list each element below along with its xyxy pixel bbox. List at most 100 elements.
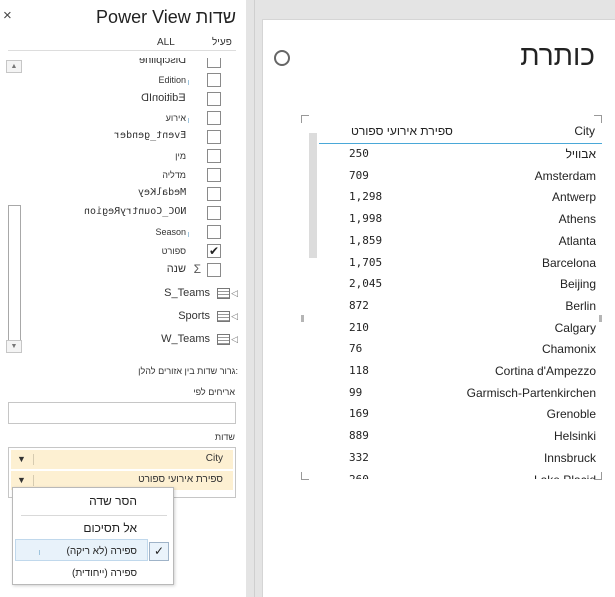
fields-area-label: שדות	[214, 432, 235, 442]
table-row[interactable]: 169 Grenoble	[319, 404, 602, 426]
dropdown-arrow-icon[interactable]: ▼	[17, 454, 26, 464]
column-header-city[interactable]: City	[574, 124, 595, 138]
cell-count: 118	[349, 364, 369, 377]
table-row[interactable]: 210 Calgary	[319, 318, 602, 340]
table-row[interactable]: 260 Lake Placid	[319, 470, 602, 480]
table-row[interactable]: 1,998 Athens	[319, 209, 602, 231]
table-row[interactable]: 99 Garmisch-Partenkirchen	[319, 383, 602, 405]
table-row[interactable]: 250 אבוויל	[319, 144, 602, 166]
context-menu-item[interactable]: אל תסיכום	[15, 518, 171, 538]
report-title[interactable]: כותרת	[520, 40, 595, 72]
table-group-item[interactable]: ◁ Sports	[26, 308, 238, 327]
expand-arrow-icon[interactable]: ◁	[231, 311, 238, 322]
cell-city: Barcelona	[541, 255, 596, 270]
scroll-thumb[interactable]	[8, 205, 21, 351]
scroll-track[interactable]	[6, 73, 22, 351]
field-list-item[interactable]: Σ שנה	[26, 261, 238, 280]
resize-handle-left[interactable]	[301, 315, 304, 322]
cell-city: Cortina d'Ampezzo	[494, 364, 596, 378]
cell-count: 889	[349, 429, 369, 443]
table-visual[interactable]: City ספירת אירועי ספורט 250 אבוויל 709 Amst…	[301, 115, 602, 480]
expand-arrow-icon[interactable]: ◁	[231, 288, 238, 299]
table-row[interactable]: 1,859 Atlanta	[319, 231, 602, 253]
field-list-item[interactable]: EditionID	[26, 90, 238, 109]
field-checkbox[interactable]	[207, 130, 221, 144]
expand-arrow-icon[interactable]: ◁	[231, 334, 238, 345]
field-checkbox[interactable]	[207, 225, 221, 239]
column-header-count[interactable]: ספירת אירועי ספורט	[351, 124, 453, 138]
table-group-item[interactable]: ◁ W_Teams	[26, 331, 238, 350]
field-list-item[interactable]: NOC_CountryRegion	[26, 204, 238, 223]
menu-item-label: אל תסיכום	[83, 521, 137, 535]
field-checkbox[interactable]	[207, 206, 221, 220]
field-list-item[interactable]: Discipline	[26, 58, 238, 71]
cell-count: 2,045	[349, 277, 383, 291]
tab-active[interactable]: פעיל	[212, 37, 232, 48]
table-row[interactable]: 1,705 Barcelona	[319, 253, 602, 275]
field-checkbox[interactable]	[207, 149, 221, 163]
tile-by-label: אריחים לפי	[193, 387, 235, 397]
table-row[interactable]: 889 Helsinki	[319, 426, 602, 448]
field-list-item[interactable]: Season	[26, 223, 238, 242]
table-row[interactable]: 709 Amsterdam	[319, 166, 602, 188]
cell-count: 872	[349, 298, 369, 312]
cell-city: Amsterdam	[534, 168, 596, 183]
field-checkbox[interactable]	[207, 263, 221, 277]
table-scrollbar[interactable]	[309, 133, 317, 258]
tile-by-drop-zone[interactable]	[8, 402, 236, 424]
field-checkbox[interactable]	[207, 168, 221, 182]
field-checkbox[interactable]	[207, 73, 221, 87]
field-tree-scrollbar[interactable]: ▲ ▼	[6, 58, 22, 356]
panel-splitter[interactable]	[254, 0, 255, 597]
table-row[interactable]: 2,045 Beijing	[319, 274, 602, 296]
cell-city: Grenoble	[546, 407, 596, 422]
context-menu-item[interactable]: ספירה (לא ריקה) ✓	[15, 541, 171, 561]
cell-count: 332	[349, 450, 369, 464]
report-sheet[interactable]: כותרת City ספירת אירועי ספורט 250 אבוויל 7…	[262, 19, 615, 597]
cell-count: 250	[349, 147, 369, 160]
cell-count: 1,859	[349, 233, 383, 247]
table-row[interactable]: 332 Innsbruck	[319, 448, 602, 470]
table-row[interactable]: 118 Cortina d'Ampezzo	[319, 361, 602, 383]
field-label: מדליה	[162, 170, 186, 180]
field-list-item[interactable]: MedalKey	[26, 185, 238, 204]
table-label: Sports	[178, 310, 210, 322]
tab-all[interactable]: ALL	[157, 37, 175, 48]
resize-handle-top-left[interactable]	[301, 115, 309, 123]
scroll-down-icon[interactable]: ▼	[6, 340, 22, 353]
field-tree: ▲ ▼ Discipline Edition EditionID אירוע Event…	[6, 58, 238, 356]
context-menu-item[interactable]: ספירה (ייחודית)	[15, 563, 171, 583]
field-well-item[interactable]: ▼ City	[11, 450, 233, 469]
field-checkbox[interactable]: ✔	[207, 244, 221, 258]
table-row[interactable]: 1,298 Antwerp	[319, 187, 602, 209]
field-marker	[188, 118, 189, 123]
table-group-item[interactable]: ◁ S_Teams	[26, 285, 238, 304]
field-label: NOC_CountryRegion	[83, 206, 186, 217]
field-list-item[interactable]: Edition	[26, 71, 238, 90]
context-menu-item[interactable]: הסר שדה	[15, 491, 171, 511]
field-checkbox[interactable]	[207, 187, 221, 201]
dropdown-arrow-icon[interactable]: ▼	[17, 475, 26, 485]
field-well-label: ספירת אירועי ספורט	[138, 474, 223, 485]
field-list-item[interactable]: מין	[26, 147, 238, 166]
cell-city: Berlin	[565, 298, 596, 313]
field-list-item[interactable]: אירוע	[26, 109, 238, 128]
field-list-item[interactable]: ✔ ספורט	[26, 242, 238, 261]
resize-handle-bottom-left[interactable]	[301, 472, 309, 480]
checkmark-icon: ✓	[149, 542, 169, 561]
field-checkbox[interactable]	[207, 92, 221, 106]
table-icon	[217, 288, 230, 299]
field-list-item[interactable]: מדליה	[26, 166, 238, 185]
field-list-item[interactable]: Event_gender	[26, 128, 238, 147]
field-checkbox[interactable]	[207, 111, 221, 125]
close-panel-icon[interactable]: ×	[3, 8, 12, 24]
resize-handle-top-right[interactable]	[594, 115, 602, 123]
table-row[interactable]: 872 Berlin	[319, 296, 602, 318]
table-row[interactable]: 76 Chamonix	[319, 339, 602, 361]
cell-city: Chamonix	[541, 342, 596, 357]
field-label: שנה	[166, 263, 186, 275]
field-checkbox[interactable]	[207, 58, 221, 68]
scroll-up-icon[interactable]: ▲	[6, 60, 22, 73]
field-label: אירוע	[165, 113, 186, 123]
table-icon	[217, 311, 230, 322]
